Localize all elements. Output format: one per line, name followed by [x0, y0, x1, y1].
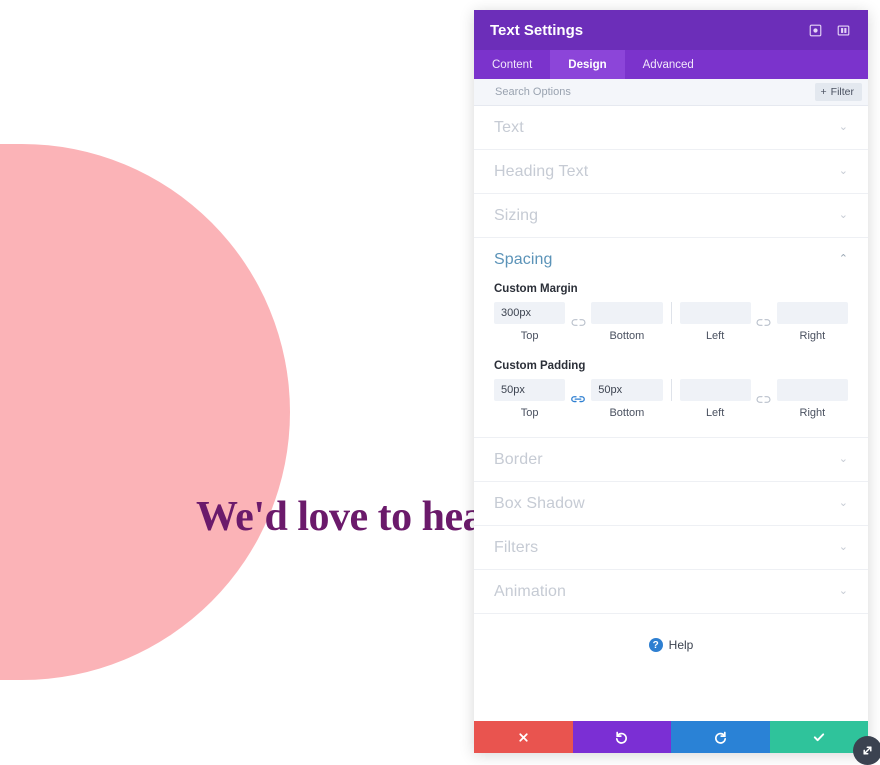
chevron-down-icon: ⌄	[839, 498, 848, 509]
padding-top-bottom-pair: Top Bottom	[494, 379, 663, 419]
chevron-down-icon: ⌄	[839, 586, 848, 597]
layout-panel-icon[interactable]	[832, 19, 854, 41]
section-label: Box Shadow	[494, 495, 839, 513]
section-header-sizing[interactable]: Sizing ⌄	[474, 194, 868, 237]
panel-body[interactable]: Text ⌄ Heading Text ⌄ Sizing ⌄ Spacing ⌃…	[474, 106, 868, 721]
custom-padding-label: Custom Padding	[494, 360, 848, 372]
spacing-content: Custom Margin Top	[474, 283, 868, 437]
section-header-text[interactable]: Text ⌄	[474, 106, 868, 149]
margin-top-label: Top	[494, 330, 565, 342]
undo-button[interactable]	[573, 721, 672, 753]
section-header-heading-text[interactable]: Heading Text ⌄	[474, 150, 868, 193]
section-animation: Animation ⌄	[474, 570, 868, 614]
tab-advanced[interactable]: Advanced	[625, 50, 712, 79]
chevron-down-icon: ⌄	[839, 122, 848, 133]
margin-top-cell: Top	[494, 302, 565, 342]
section-header-filters[interactable]: Filters ⌄	[474, 526, 868, 569]
plus-icon: +	[821, 86, 827, 98]
focus-icon[interactable]	[804, 19, 826, 41]
padding-left-input[interactable]	[680, 379, 751, 401]
margin-bottom-input[interactable]	[591, 302, 662, 324]
text-settings-panel: Text Settings Content Design Advanced + …	[474, 10, 868, 753]
panel-footer	[474, 721, 868, 753]
decorative-pink-circle	[0, 144, 290, 680]
margin-right-label: Right	[777, 330, 848, 342]
margin-right-cell: Right	[777, 302, 848, 342]
section-border: Border ⌄	[474, 438, 868, 482]
chevron-up-icon: ⌃	[839, 254, 848, 265]
chevron-down-icon: ⌄	[839, 210, 848, 221]
section-heading-text: Heading Text ⌄	[474, 150, 868, 194]
section-label: Border	[494, 451, 839, 469]
chevron-down-icon: ⌄	[839, 166, 848, 177]
section-filters: Filters ⌄	[474, 526, 868, 570]
padding-right-cell: Right	[777, 379, 848, 419]
section-text: Text ⌄	[474, 106, 868, 150]
help-label: Help	[669, 638, 694, 652]
padding-top-label: Top	[494, 407, 565, 419]
tab-design[interactable]: Design	[550, 50, 624, 79]
section-header-spacing[interactable]: Spacing ⌃	[474, 238, 868, 281]
padding-top-input[interactable]	[494, 379, 565, 401]
margin-bottom-label: Bottom	[591, 330, 662, 342]
padding-bottom-label: Bottom	[591, 407, 662, 419]
help-link[interactable]: ? Help	[474, 614, 868, 676]
section-header-border[interactable]: Border ⌄	[474, 438, 868, 481]
chevron-down-icon: ⌄	[839, 454, 848, 465]
panel-tabs: Content Design Advanced	[474, 50, 868, 79]
spacing-divider	[671, 379, 672, 401]
section-box-shadow: Box Shadow ⌄	[474, 482, 868, 526]
section-label: Text	[494, 119, 839, 137]
padding-left-label: Left	[680, 407, 751, 419]
margin-left-input[interactable]	[680, 302, 751, 324]
section-label: Spacing	[494, 251, 839, 269]
cancel-button[interactable]	[474, 721, 573, 753]
padding-bottom-input[interactable]	[591, 379, 662, 401]
spacing-divider	[671, 302, 672, 324]
search-input[interactable]	[493, 85, 815, 99]
link-connected-icon[interactable]	[565, 388, 591, 410]
margin-left-right-pair: Left Right	[680, 302, 849, 342]
margin-top-input[interactable]	[494, 302, 565, 324]
help-icon: ?	[649, 638, 663, 652]
link-broken-icon[interactable]	[751, 311, 777, 333]
section-header-animation[interactable]: Animation ⌄	[474, 570, 868, 613]
section-spacing: Spacing ⌃ Custom Margin Top	[474, 238, 868, 438]
chevron-down-icon: ⌄	[839, 542, 848, 553]
margin-bottom-cell: Bottom	[591, 302, 662, 342]
panel-header: Text Settings	[474, 10, 868, 50]
filter-button[interactable]: + Filter	[815, 83, 862, 101]
padding-top-cell: Top	[494, 379, 565, 419]
margin-left-cell: Left	[680, 302, 751, 342]
filter-label: Filter	[831, 86, 854, 98]
section-label: Filters	[494, 539, 839, 557]
link-broken-icon[interactable]	[751, 388, 777, 410]
margin-left-label: Left	[680, 330, 751, 342]
resize-handle[interactable]	[853, 736, 880, 765]
redo-button[interactable]	[671, 721, 770, 753]
padding-right-label: Right	[777, 407, 848, 419]
section-label: Sizing	[494, 207, 839, 225]
custom-margin-row: Top Bottom	[494, 302, 848, 342]
padding-left-right-pair: Left Right	[680, 379, 849, 419]
margin-right-input[interactable]	[777, 302, 848, 324]
search-row: + Filter	[474, 79, 868, 106]
custom-padding-row: Top Bottom	[494, 379, 848, 419]
padding-bottom-cell: Bottom	[591, 379, 662, 419]
link-broken-icon[interactable]	[565, 311, 591, 333]
section-sizing: Sizing ⌄	[474, 194, 868, 238]
padding-right-input[interactable]	[777, 379, 848, 401]
margin-top-bottom-pair: Top Bottom	[494, 302, 663, 342]
section-label: Animation	[494, 583, 839, 601]
panel-title: Text Settings	[490, 22, 798, 39]
custom-margin-label: Custom Margin	[494, 283, 848, 295]
padding-left-cell: Left	[680, 379, 751, 419]
section-header-box-shadow[interactable]: Box Shadow ⌄	[474, 482, 868, 525]
tab-content[interactable]: Content	[474, 50, 550, 79]
section-label: Heading Text	[494, 163, 839, 181]
